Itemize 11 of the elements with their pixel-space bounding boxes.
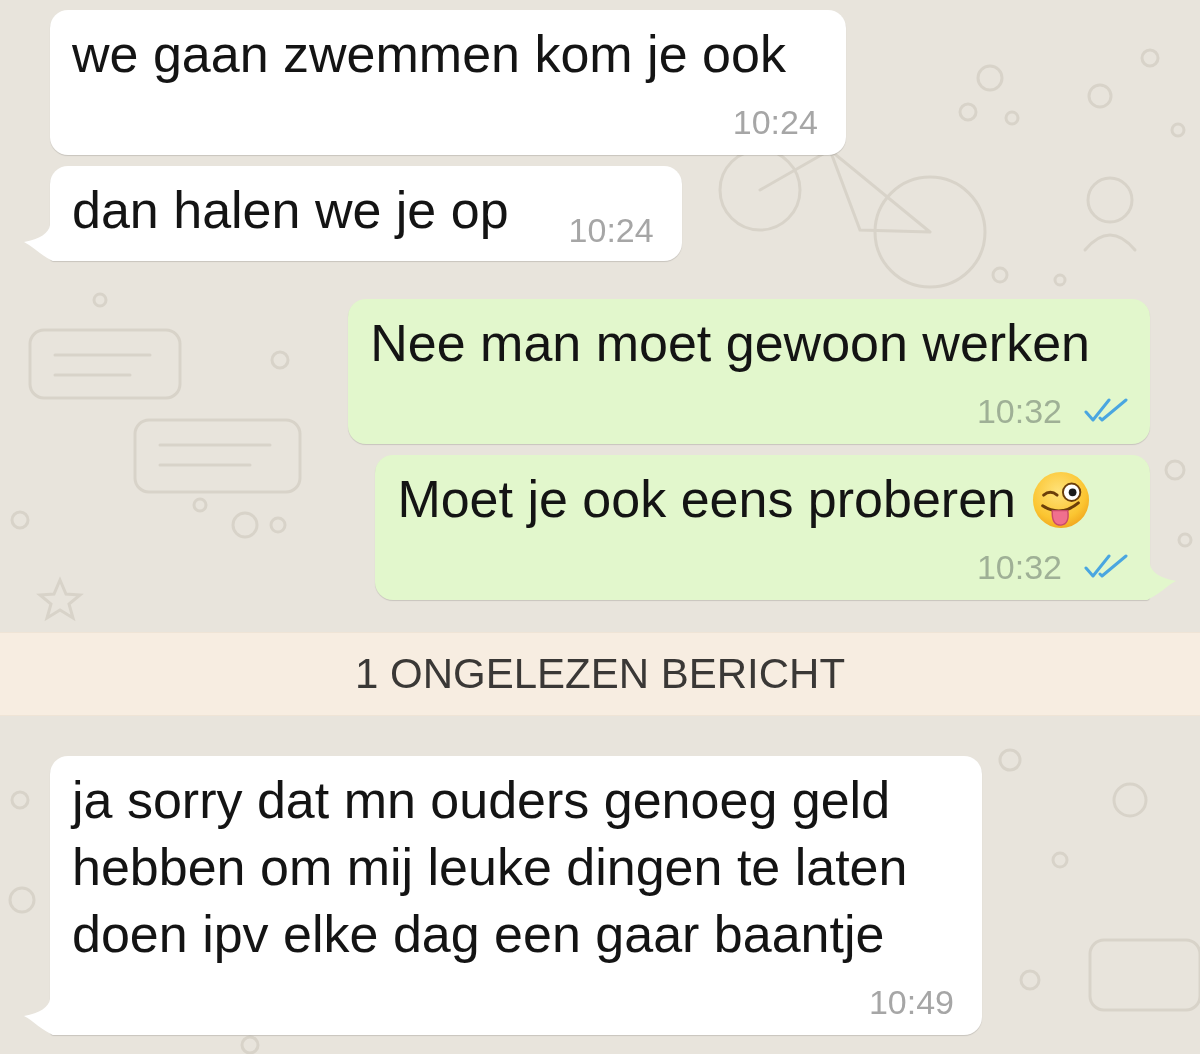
unread-messages-banner: 1 ONGELEZEN BERICHT xyxy=(0,632,1200,716)
message-time: 10:32 xyxy=(976,547,1062,587)
message-text: Nee man moet gewoon werken xyxy=(370,313,1090,374)
message-time: 10:24 xyxy=(732,102,818,142)
message-time: 10:32 xyxy=(976,391,1062,431)
message-text: ja sorry dat mn ouders genoeg geld hebben om mij leuke dingen te laten doen ipv elke dag een gaar baantje xyxy=(72,770,909,965)
message-time: 10:49 xyxy=(868,982,954,1022)
message-text: we gaan zwemmen kom je ook xyxy=(72,24,786,85)
message-text: dan halen we je op xyxy=(72,180,509,241)
message-time: 10:24 xyxy=(568,210,654,250)
message-text: Moet je ook eens proberen xyxy=(397,469,1016,530)
